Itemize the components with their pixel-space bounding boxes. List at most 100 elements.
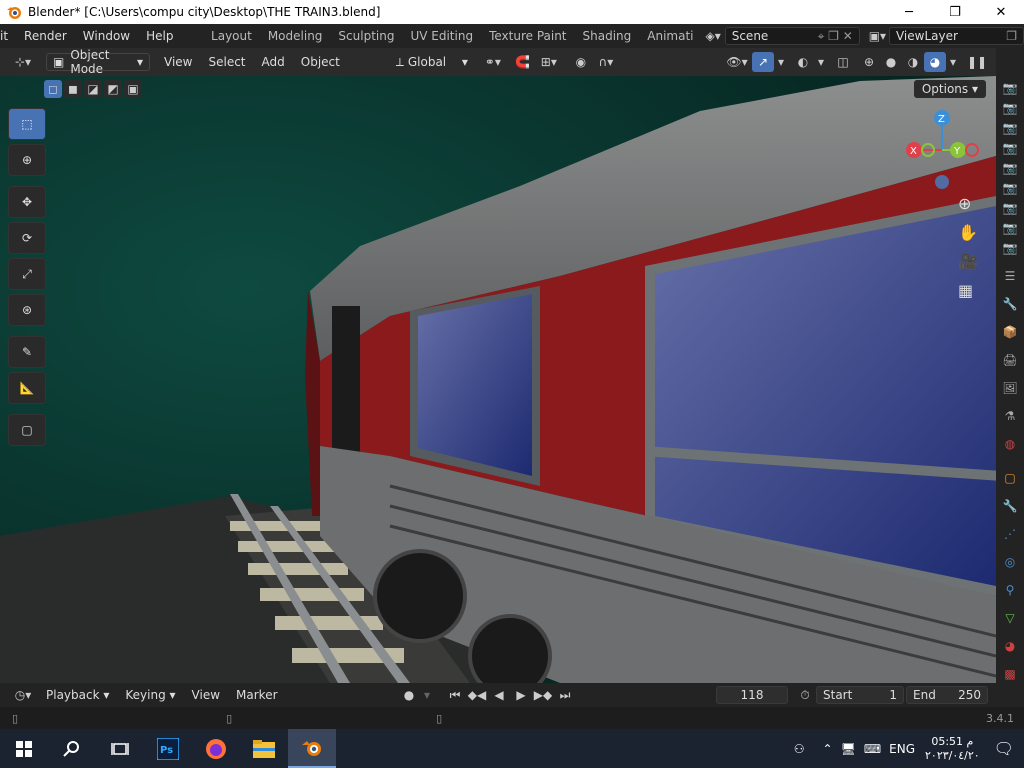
view-layer-actions-icon[interactable]: ❐ <box>1006 29 1017 43</box>
scene-type-icon[interactable]: ◈▾ <box>702 26 725 46</box>
view-layer-properties-icon[interactable]: 🖼 <box>996 378 1024 398</box>
perspective-grid-icon[interactable]: ▦ <box>958 281 978 300</box>
keyboard-icon[interactable]: ⌨ <box>864 742 881 756</box>
menu-render[interactable]: Render <box>16 29 75 43</box>
snap-icon[interactable]: 🧲 <box>512 52 534 72</box>
constraint-properties-icon[interactable]: ⚲ <box>996 580 1024 600</box>
shading-solid-icon[interactable]: ● <box>880 52 902 72</box>
proportional-edit-icon[interactable]: ◉ <box>570 52 592 72</box>
shading-dropdown-icon[interactable]: ▾ <box>946 52 960 72</box>
task-view-button[interactable] <box>96 729 144 768</box>
visibility-icon[interactable]: 👁▾ <box>722 52 752 72</box>
editor-type-icon[interactable]: ⊹▾ <box>6 52 40 72</box>
select-new-icon[interactable]: ◻ <box>44 80 62 98</box>
tab-modeling[interactable]: Modeling <box>260 29 331 43</box>
camera-icon[interactable]: 📷 <box>996 218 1024 238</box>
editor-type-icon[interactable]: ☰ <box>996 266 1024 286</box>
camera-icon[interactable]: 📷 <box>996 78 1024 98</box>
render-properties-icon[interactable]: 📦 <box>996 322 1024 342</box>
menu-timeline-view[interactable]: View <box>184 688 228 702</box>
view-layer-selector[interactable]: ViewLayer ❐ <box>888 27 1024 45</box>
camera-icon[interactable]: 📷 <box>996 98 1024 118</box>
mode-dropdown[interactable]: ▣ Object Mode ▾ <box>46 48 150 76</box>
select-extend-icon[interactable]: ◼ <box>64 80 82 98</box>
annotate-tool[interactable]: ✎ <box>8 336 46 368</box>
select-intersect-icon[interactable]: ▣ <box>124 80 142 98</box>
camera-view-icon[interactable]: 🎥 <box>958 252 978 271</box>
tab-animation[interactable]: Animati <box>639 29 701 43</box>
shading-rendered-icon[interactable]: ◕ <box>924 52 946 72</box>
select-invert-icon[interactable]: ◩ <box>104 80 122 98</box>
scene-selector[interactable]: Scene ⌖ ❐ ✕ <box>724 27 860 45</box>
tab-shading[interactable]: Shading <box>575 29 640 43</box>
stopwatch-icon[interactable]: ⏱ <box>794 685 816 705</box>
blender-taskbar-app[interactable] <box>288 729 336 768</box>
next-keyframe-icon[interactable]: ▶◆ <box>532 685 554 705</box>
3d-viewport[interactable]: ◻ ◼ ◪ ◩ ▣ ⬚ ⊕ ✥ ⟳ ⤢ ⊛ ✎ 📐 ▢ Options ▾ Z … <box>0 76 996 683</box>
physics-properties-icon[interactable]: ◎ <box>996 552 1024 572</box>
play-icon[interactable]: ▶ <box>510 685 532 705</box>
notifications-icon[interactable]: 🗨 <box>994 739 1014 758</box>
overlays-dropdown-icon[interactable]: ▾ <box>814 52 828 72</box>
view-layer-icon[interactable]: ▣▾ <box>866 26 889 46</box>
timeline-editor-icon[interactable]: ◷▾ <box>8 685 38 705</box>
auto-key-icon[interactable]: ● <box>398 685 420 705</box>
measure-tool[interactable]: 📐 <box>8 372 46 404</box>
gizmo-dropdown-icon[interactable]: ▾ <box>774 52 788 72</box>
texture-properties-icon[interactable]: ▩ <box>996 664 1024 684</box>
xray-icon[interactable]: ◫ <box>832 52 854 72</box>
shading-material-icon[interactable]: ◑ <box>902 52 924 72</box>
particles-properties-icon[interactable]: ⋰ <box>996 524 1024 544</box>
add-cube-tool[interactable]: ▢ <box>8 414 46 446</box>
search-button[interactable] <box>48 729 96 768</box>
menu-marker[interactable]: Marker <box>228 688 285 702</box>
pan-hand-icon[interactable]: ✋ <box>958 223 978 242</box>
chevron-up-icon[interactable]: ⌃ <box>823 742 833 756</box>
transform-tool[interactable]: ⊛ <box>8 294 46 326</box>
pause-render-icon[interactable]: ❚❚ <box>966 52 988 72</box>
modifier-properties-icon[interactable]: 🔧 <box>996 496 1024 516</box>
jump-start-icon[interactable]: ⏮ <box>444 685 466 705</box>
camera-icon[interactable]: 📷 <box>996 158 1024 178</box>
menu-select[interactable]: Select <box>200 55 253 69</box>
camera-icon[interactable]: 📷 <box>996 118 1024 138</box>
navigation-gizmo[interactable]: Z X Y <box>900 108 990 198</box>
minimize-button[interactable]: ─ <box>886 0 932 24</box>
play-reverse-icon[interactable]: ◀ <box>488 685 510 705</box>
scene-properties-icon[interactable]: ⚗ <box>996 406 1024 426</box>
camera-icon[interactable]: 📷 <box>996 238 1024 258</box>
menu-file-partial[interactable]: it <box>0 29 16 43</box>
tool-settings-icon[interactable]: 🔧 <box>996 294 1024 314</box>
output-properties-icon[interactable]: 🖨 <box>996 350 1024 370</box>
menu-add[interactable]: Add <box>254 55 293 69</box>
select-box-tool[interactable]: ⬚ <box>8 108 46 140</box>
object-properties-icon[interactable]: ▢ <box>996 468 1024 488</box>
menu-help[interactable]: Help <box>138 29 181 43</box>
move-tool[interactable]: ✥ <box>8 186 46 218</box>
overlays-icon[interactable]: ◐ <box>792 52 814 72</box>
firefox-taskbar-app[interactable] <box>192 729 240 768</box>
menu-playback[interactable]: Playback ▾ <box>38 688 117 702</box>
falloff-icon[interactable]: ∩▾ <box>592 52 620 72</box>
menu-window[interactable]: Window <box>75 29 138 43</box>
end-frame-field[interactable]: End 250 <box>906 686 988 704</box>
camera-icon[interactable]: 📷 <box>996 138 1024 158</box>
snap-target-icon[interactable]: ⊞▾ <box>534 52 564 72</box>
material-properties-icon[interactable]: ◕ <box>996 636 1024 656</box>
world-properties-icon[interactable]: ◍ <box>996 434 1024 454</box>
close-button[interactable]: ✕ <box>978 0 1024 24</box>
tab-texture-paint[interactable]: Texture Paint <box>481 29 574 43</box>
camera-icon[interactable]: 📷 <box>996 178 1024 198</box>
tab-sculpting[interactable]: Sculpting <box>330 29 402 43</box>
options-button[interactable]: Options ▾ <box>913 80 986 98</box>
scale-tool[interactable]: ⤢ <box>8 258 46 290</box>
camera-icon[interactable]: 📷 <box>996 198 1024 218</box>
prev-keyframe-icon[interactable]: ◆◀ <box>466 685 488 705</box>
menu-view[interactable]: View <box>156 55 200 69</box>
network-icon[interactable]: 🖥 <box>841 742 856 756</box>
start-frame-field[interactable]: Start 1 <box>816 686 904 704</box>
gizmo-toggle-icon[interactable]: ↗ <box>752 52 774 72</box>
start-button[interactable] <box>0 729 48 768</box>
cursor-tool[interactable]: ⊕ <box>8 144 46 176</box>
tab-layout[interactable]: Layout <box>203 29 260 43</box>
